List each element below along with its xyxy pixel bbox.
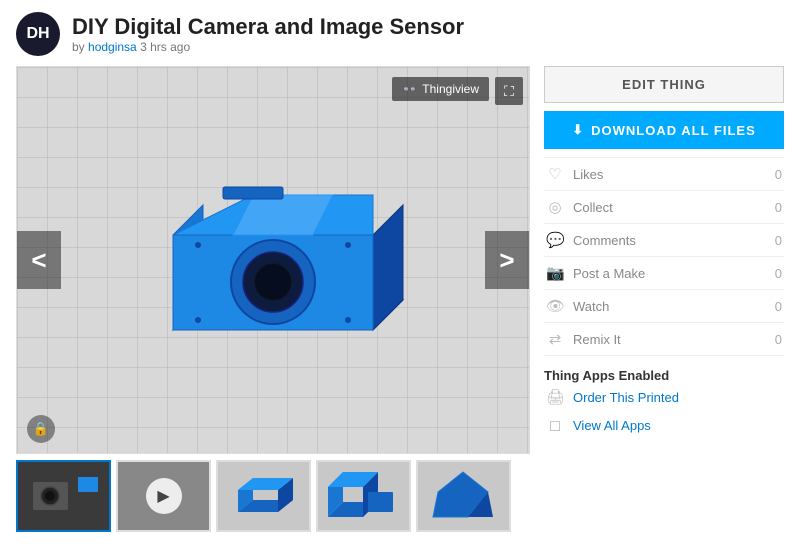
remix-icon: ⇄: [546, 330, 564, 348]
remix-count: 0: [775, 332, 782, 347]
action-likes[interactable]: ♡ Likes 0: [544, 158, 784, 191]
post-make-count: 0: [775, 266, 782, 281]
author-link[interactable]: hodginsa: [88, 40, 137, 54]
action-post-make[interactable]: 📷 Post a Make 0: [544, 257, 784, 290]
prev-button[interactable]: <: [17, 231, 61, 289]
printer-icon: 🖨: [546, 388, 564, 406]
thumb-img-3: [218, 462, 309, 530]
app-order-printed[interactable]: 🖨 Order This Printed: [544, 383, 784, 411]
box-icon: ◻: [546, 416, 564, 434]
header-text: DIY Digital Camera and Image Sensor by h…: [72, 14, 464, 54]
download-all-button[interactable]: ⬇ DOWNLOAD ALL FILES: [544, 111, 784, 149]
time-ago: 3 hrs ago: [140, 40, 190, 54]
thumbnail-2[interactable]: ▶: [116, 460, 211, 532]
likes-label: Likes: [573, 167, 603, 182]
thumbnail-1[interactable]: [16, 460, 111, 532]
lock-icon: 🔒: [33, 421, 49, 437]
download-icon: ⬇: [572, 122, 584, 138]
app-view-all[interactable]: ◻ View All Apps: [544, 411, 784, 439]
camera-icon: 📷: [546, 264, 564, 282]
thingiview-label: Thingiview: [422, 82, 479, 96]
collect-count: 0: [775, 200, 782, 215]
thumb-img-5: [418, 462, 509, 530]
thumbnail-3[interactable]: [216, 460, 311, 532]
page-header: DH DIY Digital Camera and Image Sensor b…: [16, 12, 784, 56]
heart-icon: ♡: [546, 165, 564, 183]
image-container: 👓 Thingiview ⛶ < > 🔒: [16, 66, 530, 454]
thumbnail-5[interactable]: [416, 460, 511, 532]
download-label: DOWNLOAD ALL FILES: [591, 123, 756, 138]
remix-label: Remix It: [573, 332, 621, 347]
eye-icon: 👁: [546, 297, 564, 315]
action-comments[interactable]: 💬 Comments 0: [544, 224, 784, 257]
actions-list: ♡ Likes 0 ◎ Collect 0 💬 Comments: [544, 157, 784, 356]
main-content: 👓 Thingiview ⛶ < > 🔒: [16, 66, 784, 532]
lock-badge: 🔒: [27, 415, 55, 443]
thumbnails-row: ▶: [16, 460, 530, 532]
comments-label: Comments: [573, 233, 636, 248]
right-panel: EDIT THING ⬇ DOWNLOAD ALL FILES ♡ Likes …: [544, 66, 784, 532]
left-panel: 👓 Thingiview ⛶ < > 🔒: [16, 66, 530, 532]
thing-apps-section: Thing Apps Enabled 🖨 Order This Printed …: [544, 364, 784, 439]
thumb-img-4: [318, 462, 409, 530]
thing-apps-title: Thing Apps Enabled: [544, 368, 784, 383]
thumbnail-4[interactable]: [316, 460, 411, 532]
page-wrapper: DH DIY Digital Camera and Image Sensor b…: [0, 0, 800, 544]
next-button[interactable]: >: [485, 231, 529, 289]
view-all-apps-label: View All Apps: [573, 418, 651, 433]
watch-label: Watch: [573, 299, 609, 314]
fullscreen-icon: ⛶: [504, 83, 514, 100]
fullscreen-button[interactable]: ⛶: [495, 77, 523, 105]
camera-svg: [118, 145, 428, 375]
action-collect[interactable]: ◎ Collect 0: [544, 191, 784, 224]
byline: by hodginsa 3 hrs ago: [72, 40, 464, 54]
comments-count: 0: [775, 233, 782, 248]
comment-icon: 💬: [546, 231, 564, 249]
play-button[interactable]: ▶: [146, 478, 182, 514]
camera-render: [17, 67, 529, 453]
thumb-img-1: [18, 462, 109, 530]
order-printed-label: Order This Printed: [573, 390, 679, 405]
glasses-icon: 👓: [402, 82, 417, 96]
action-watch[interactable]: 👁 Watch 0: [544, 290, 784, 323]
thingiview-button[interactable]: 👓 Thingiview: [392, 77, 489, 101]
collect-label: Collect: [573, 200, 613, 215]
watch-count: 0: [775, 299, 782, 314]
site-logo: DH: [16, 12, 60, 56]
collect-icon: ◎: [546, 198, 564, 216]
likes-count: 0: [775, 167, 782, 182]
post-make-label: Post a Make: [573, 266, 645, 281]
action-remix[interactable]: ⇄ Remix It 0: [544, 323, 784, 356]
page-title: DIY Digital Camera and Image Sensor: [72, 14, 464, 40]
edit-thing-button[interactable]: EDIT THING: [544, 66, 784, 103]
